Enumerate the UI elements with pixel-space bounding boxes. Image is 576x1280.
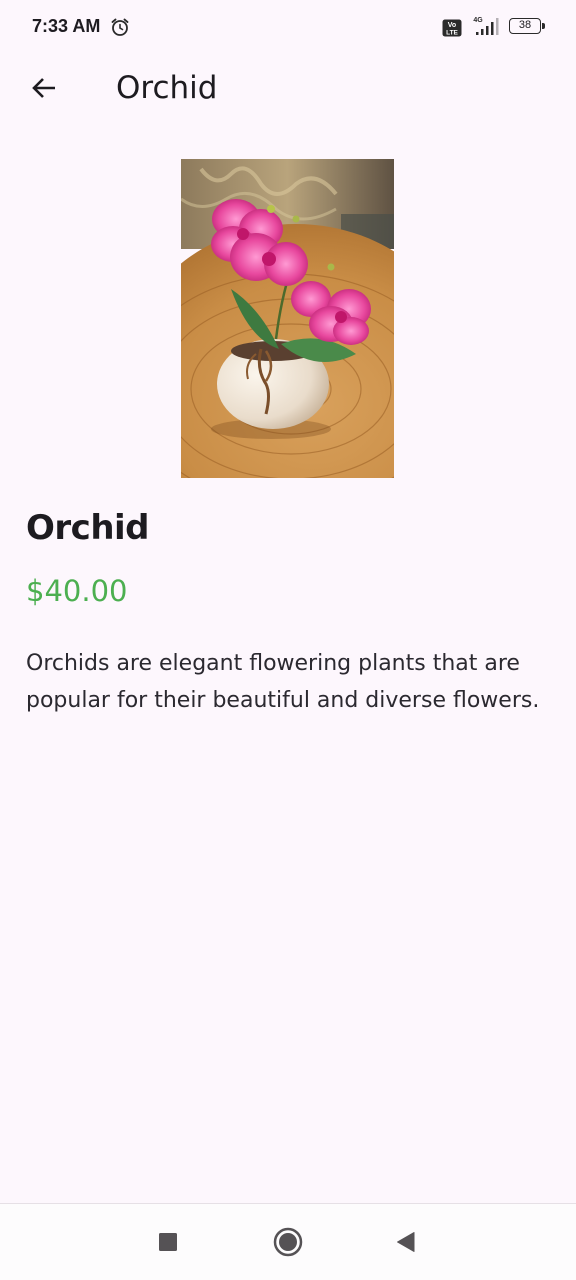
square-icon [159,1233,177,1251]
volte-icon: Vo LTE [442,19,462,37]
back-button[interactable] [20,64,68,112]
triangle-back-icon [397,1232,415,1252]
app-bar: Orchid [0,56,576,120]
battery-icon: 38 [509,18,546,36]
status-bar: 7:33 AM Vo LTE 4G 38 [0,0,576,56]
product-price: $40.00 [26,574,128,608]
circle-icon [273,1227,303,1257]
battery-level: 38 [509,18,541,34]
recents-button[interactable] [150,1224,186,1260]
orchid-photo [181,159,394,478]
system-back-button[interactable] [388,1224,424,1260]
page-title: Orchid [116,70,218,106]
battery-tip [542,23,545,29]
status-time: 7:33 AM [32,16,101,36]
home-button[interactable] [270,1224,306,1260]
signal-icon: 4G [473,17,499,35]
arrow-left-icon [32,78,55,98]
alarm-icon [111,18,129,36]
volte-label-top: Vo [448,22,456,29]
product-description: Orchids are elegant flowering plants tha… [26,651,540,713]
volte-label-bottom: LTE [446,30,458,37]
system-nav-bar [0,1204,576,1280]
network-label: 4G [473,17,483,24]
product-image [181,159,394,478]
product-name: Orchid [26,508,150,548]
